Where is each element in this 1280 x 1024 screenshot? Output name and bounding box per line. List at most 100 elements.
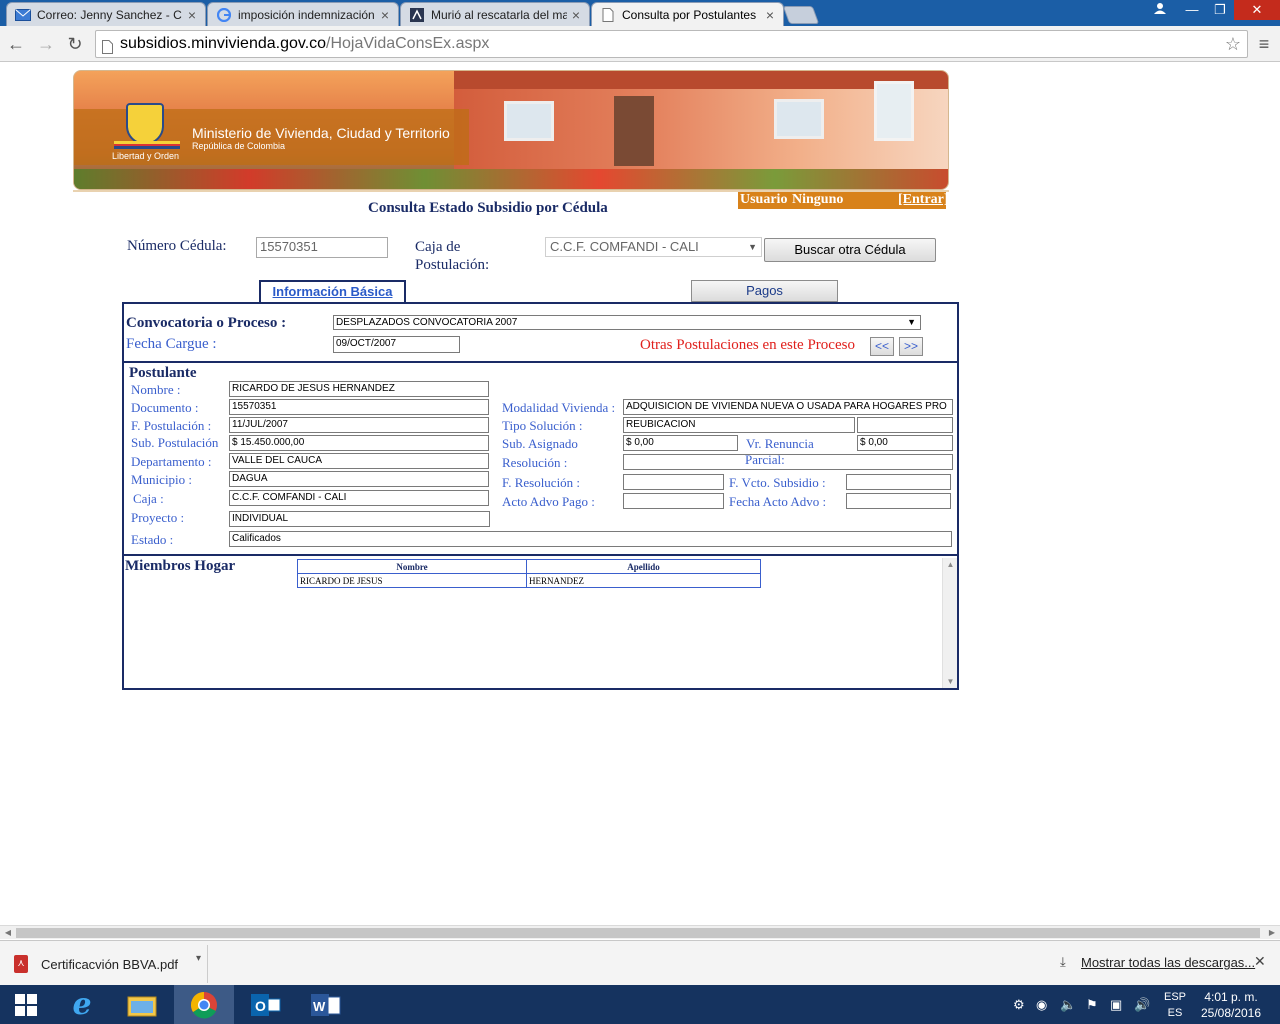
volume-icon[interactable]: 🔊 (1134, 997, 1150, 1013)
prev-postulacion-button[interactable]: << (870, 337, 894, 356)
caja-select[interactable]: C.C.F. COMFANDI - CALI ▼ (545, 237, 762, 257)
forward-arrow-icon[interactable]: → (34, 32, 58, 56)
scroll-up-icon[interactable]: ▲ (943, 560, 958, 569)
reload-icon[interactable]: ↻ (63, 32, 87, 56)
tab-pagos[interactable]: Pagos (691, 280, 838, 302)
f-vcto-subsidio-label: F. Vcto. Subsidio : (729, 475, 826, 490)
sub-asignado-field: $ 0,00 (623, 435, 738, 451)
fecha-acto-advo-label: Fecha Acto Advo : (729, 494, 827, 509)
fecha-acto-advo-field (846, 493, 951, 509)
chrome-icon[interactable] (174, 985, 234, 1024)
f-vcto-subsidio-field (846, 474, 951, 490)
speaker-muted-icon[interactable]: 🔈 (1060, 997, 1076, 1013)
svg-text:W: W (313, 999, 326, 1014)
tab-consulta-active[interactable]: Consulta por Postulantes × (591, 2, 784, 27)
google-icon (216, 7, 232, 22)
flag-icon[interactable]: ⚑ (1086, 997, 1098, 1013)
svg-text:O: O (255, 998, 266, 1014)
mail-icon (15, 8, 31, 22)
acto-advo-pago-label: Acto Advo Pago : (502, 494, 595, 509)
circle-tray-icon[interactable]: ◉ (1036, 997, 1047, 1013)
caja-label: Caja : (133, 491, 164, 506)
buscar-cedula-button[interactable]: Buscar otra Cédula (764, 238, 936, 262)
bookmark-star-icon[interactable]: ☆ (1225, 31, 1241, 57)
estado-field: Calificados (229, 531, 952, 547)
next-postulacion-button[interactable]: >> (899, 337, 923, 356)
tab-imposicion[interactable]: imposición indemnización × (207, 2, 399, 26)
tab-murio[interactable]: Murió al rescatarla del ma × (400, 2, 590, 26)
modalidad-label: Modalidad Vivienda : (502, 400, 616, 415)
back-arrow-icon[interactable]: ← (4, 32, 28, 56)
country-name: República de Colombia (192, 141, 286, 151)
proyecto-label: Proyecto : (131, 510, 185, 525)
windows-start-icon[interactable] (0, 985, 52, 1024)
network-icon[interactable]: ▣ (1110, 997, 1122, 1013)
ministry-name: Ministerio de Vivienda, Ciudad y Territo… (192, 125, 450, 141)
member-nombre: RICARDO DE JESUS (297, 573, 527, 588)
banner-motto: Libertad y Orden (112, 151, 180, 161)
language-indicator[interactable]: ESP ES (1160, 989, 1190, 1021)
caja-field: C.C.F. COMFANDI - CALI (229, 490, 489, 506)
resolucion-label: Resolución : (502, 455, 568, 470)
estado-label: Estado : (131, 532, 174, 547)
download-shelf: ⋏ Certificacvión BBVA.pdf ▾ ⤓ Mostrar to… (0, 940, 1280, 986)
scroll-right-icon[interactable]: ▶ (1264, 926, 1280, 940)
outlook-icon[interactable]: O (236, 985, 296, 1024)
resolucion-field (623, 454, 953, 470)
close-icon[interactable]: × (567, 7, 585, 23)
user-profile-icon[interactable] (1148, 0, 1172, 20)
clock[interactable]: 4:01 p. m. 25/08/2016 (1196, 989, 1266, 1021)
municipio-field: DAGUA (229, 471, 489, 487)
acto-advo-pago-field (623, 493, 724, 509)
show-all-downloads-link[interactable]: Mostrar todas las descargas... (1081, 955, 1255, 970)
download-filename: Certificacvión BBVA.pdf (41, 957, 179, 972)
user-label: Usuario (740, 192, 788, 207)
chevron-down-icon[interactable]: ▾ (196, 953, 201, 964)
fecha-cargue-label: Fecha Cargue : (126, 336, 217, 352)
tipo-solucion-field: REUBICACION (623, 417, 855, 433)
f-resolucion-field (623, 474, 724, 490)
members-table: Nombre Apellido RICARDO DE JESUS HERNAND… (297, 559, 761, 588)
member-apellido: HERNANDEZ (526, 573, 761, 588)
internet-explorer-icon[interactable]: e (52, 985, 112, 1024)
word-icon[interactable]: W (296, 985, 356, 1024)
convocatoria-label: Convocatoria o Proceso : (126, 315, 287, 331)
download-icon: ⤓ (1060, 954, 1066, 969)
ministry-banner: Libertad y Orden Ministerio de Vivienda,… (73, 70, 949, 190)
scrollbar-thumb[interactable] (16, 928, 1260, 938)
scroll-left-icon[interactable]: ◀ (0, 926, 16, 940)
restore-button[interactable]: ❐ (1206, 0, 1234, 20)
file-explorer-icon[interactable] (112, 985, 172, 1024)
cedula-input[interactable]: 15570351 (256, 237, 388, 258)
tab-correo[interactable]: Correo: Jenny Sanchez - C × (6, 2, 206, 26)
nombre-label: Nombre : (131, 382, 181, 397)
caja-label-2: Postulación: (415, 257, 490, 273)
new-tab-button[interactable] (782, 6, 820, 24)
windows-taskbar: e O W ⚙ ◉ 🔈 ⚑ ▣ 🔊 ESP ES 4:01 p. m. 25/0… (0, 985, 1280, 1024)
login-link[interactable]: [Entrar] (898, 192, 949, 208)
departamento-label: Departamento : (131, 454, 212, 469)
tipo-solucion-label: Tipo Solución : (502, 418, 583, 433)
close-icon[interactable]: × (761, 7, 779, 23)
horizontal-scrollbar[interactable]: ◀ ▶ (0, 925, 1280, 939)
download-item[interactable]: ⋏ Certificacvión BBVA.pdf ▾ (4, 945, 208, 983)
scroll-down-icon[interactable]: ▼ (943, 677, 958, 686)
close-window-button[interactable]: ✕ (1234, 0, 1280, 20)
convocatoria-select[interactable]: DESPLAZADOS CONVOCATORIA 2007 ▼ (333, 315, 921, 330)
close-icon[interactable]: × (376, 7, 394, 23)
sub-postulacion-label: Sub. Postulación (131, 435, 219, 450)
address-bar[interactable]: subsidios.minvivienda.gov.co/HojaVidaCon… (95, 30, 1248, 58)
menu-icon[interactable]: ≡ (1252, 32, 1276, 56)
chevron-down-icon: ▼ (748, 242, 757, 252)
nombre-field: RICARDO DE JESUS HERNANDEZ (229, 381, 489, 397)
network-app-icon[interactable]: ⚙ (1013, 997, 1025, 1013)
close-icon[interactable]: × (183, 7, 201, 23)
miembros-hogar-title: Miembros Hogar (125, 558, 236, 574)
close-icon[interactable]: ✕ (1254, 953, 1266, 970)
f-postulacion-label: F. Postulación : (131, 418, 212, 433)
members-scrollbar[interactable]: ▲ ▼ (942, 558, 957, 688)
minimize-button[interactable]: — (1178, 0, 1206, 20)
parcial-label: Parcial: (745, 452, 785, 467)
tab-informacion-basica[interactable]: Información Básica (259, 280, 406, 302)
user-bar: Usuario Ninguno [Entrar] (738, 192, 949, 209)
